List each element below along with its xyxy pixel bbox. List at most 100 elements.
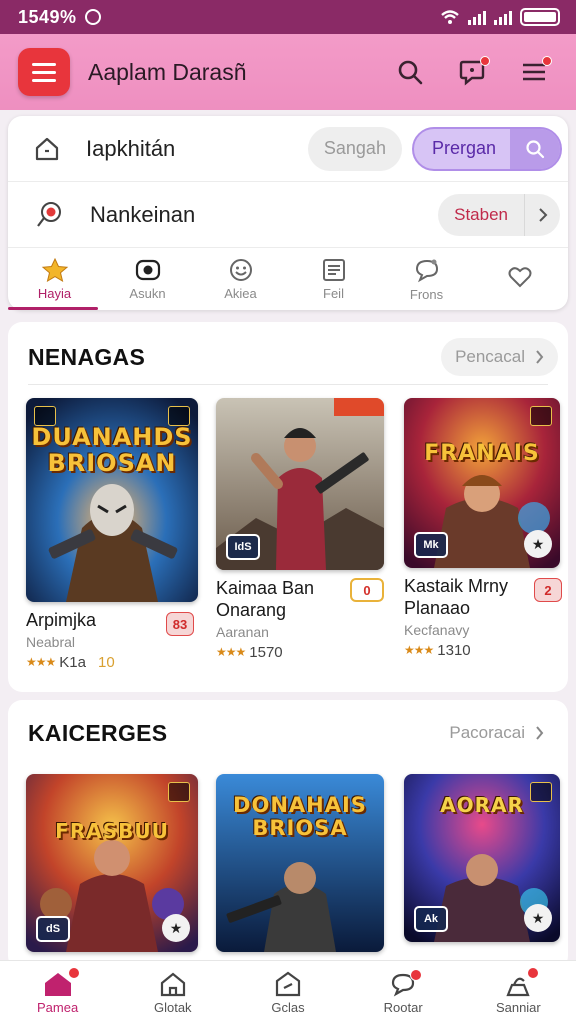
search-icon [398, 60, 423, 85]
station-button[interactable]: Staben [438, 193, 560, 236]
news-icon [322, 258, 345, 281]
rating-value: K1a [59, 653, 86, 671]
smile-icon [229, 258, 252, 281]
game-rating: ★★★ 1570 [216, 644, 390, 661]
nav-glotak[interactable]: Glotak [115, 961, 230, 1024]
status-time: 1549% [18, 6, 77, 27]
notification-dot [409, 969, 422, 981]
see-all-label: Pacoracai [449, 723, 525, 742]
battery-icon [520, 8, 560, 26]
status-time-group: 1549% [18, 7, 101, 28]
tab-feil[interactable]: Feil [287, 248, 380, 310]
game-card[interactable]: DUANAHDS BRIOSAN Arpimjka Neabral ★★★ K1… [26, 398, 200, 671]
game-subtitle: Aaranan [216, 623, 269, 640]
search-icon [510, 128, 560, 169]
more-menu-button[interactable] [510, 48, 558, 96]
game-card[interactable]: FRANAIS Mk ★ Kastaik Mrny Planaao Kecfan… [404, 398, 562, 659]
bookmark-icon[interactable]: ★ [524, 904, 552, 932]
home-row: Iapkhitán Sangah Prergan [8, 116, 568, 182]
chevron-right-icon [524, 193, 560, 236]
nav-label: Rootar [383, 999, 423, 1015]
record-icon [135, 259, 160, 280]
tab-akiea[interactable]: Akiea [194, 248, 287, 310]
tab-label: Hayia [37, 285, 72, 301]
game-card[interactable]: IdS Kaimaa Ban Onarang Aaranan ★★★ 1570 … [216, 398, 390, 661]
tab-asukn[interactable]: Asukn [101, 248, 194, 310]
station-label: Staben [454, 204, 508, 224]
section-title: KAICERGES [28, 720, 168, 746]
search-action-button[interactable]: Prergan [411, 126, 562, 171]
messages-button[interactable] [448, 48, 496, 96]
home-icon [35, 137, 59, 160]
status-bar: 1549% [0, 0, 576, 34]
app-header: Aaplam Darasñ [0, 34, 576, 110]
game-subtitle: Neabral [26, 633, 76, 650]
poster-tag [34, 406, 56, 426]
notification-dot [68, 967, 80, 979]
poster-ribbon [334, 398, 384, 416]
poster-tag [530, 782, 552, 802]
search-input[interactable]: Sangah [307, 126, 402, 171]
see-all-button[interactable]: Pacoracai [435, 714, 558, 752]
poster-badge: Ak [414, 906, 448, 932]
notification-dot [526, 967, 539, 979]
nav-sanniar[interactable]: Sanniar [461, 961, 576, 1024]
poster-tag [168, 406, 190, 426]
location-row-label: Nankeinan [90, 201, 196, 227]
game-poster: IdS [216, 398, 384, 570]
see-all-button[interactable]: Pencacal [441, 338, 558, 376]
game-rating: ★★★ 1310 [404, 642, 562, 659]
search-button[interactable] [386, 48, 434, 96]
divider [28, 384, 548, 385]
game-card[interactable]: DONAHAIS BRIOSA [216, 774, 386, 952]
bookmark-icon[interactable]: ★ [162, 914, 190, 942]
nav-label: Sanniar [495, 999, 541, 1015]
tab-favorites[interactable] [473, 248, 566, 310]
game-subtitle: Kecfanavy [404, 621, 470, 638]
nav-home[interactable]: Pamea [0, 961, 115, 1024]
poster-title: FRASBUU [55, 819, 169, 843]
nav-label: Pamea [36, 999, 79, 1015]
poster-tag [530, 406, 552, 426]
tab-label: Akiea [224, 285, 257, 301]
nav-rootar[interactable]: Rootar [346, 961, 461, 1024]
star-rating-icon: ★★★ [26, 655, 56, 670]
game-rating: ★★★ K1a 10 [26, 654, 200, 671]
game-card[interactable]: AORAR Ak ★ [404, 774, 562, 942]
game-poster: DONAHAIS BRIOSA [216, 774, 384, 952]
star-rating-icon: ★★★ [404, 643, 434, 658]
home-row-label: Iapkhitán [86, 135, 176, 161]
nav-label: Glotak [153, 999, 192, 1015]
poster-tag [168, 782, 190, 802]
heart-icon [508, 267, 531, 288]
game-badge: 2 [534, 578, 562, 602]
star-icon [41, 257, 68, 282]
top-card: Iapkhitán Sangah Prergan Nankeinan Stabe… [8, 116, 568, 310]
notification-dot [542, 56, 552, 66]
chevron-right-icon [536, 350, 544, 364]
see-all-label: Pencacal [455, 347, 525, 366]
bookmark-icon[interactable]: ★ [524, 530, 552, 558]
tab-hayia[interactable]: Hayia [8, 248, 101, 310]
location-row[interactable]: Nankeinan Staben [8, 182, 568, 248]
sync-icon [84, 9, 101, 25]
poster-badge: dS [36, 916, 70, 942]
search-action-label: Prergan [431, 138, 496, 158]
nav-gclas[interactable]: Gclas [230, 961, 345, 1024]
game-badge: 83 [166, 612, 194, 636]
game-poster: DUANAHDS BRIOSAN [26, 398, 198, 602]
poster-badge: IdS [226, 534, 260, 560]
game-poster: AORAR Ak ★ [404, 774, 560, 942]
games-section-1: NENAGAS Pencacal DUANAHDS BRIOSAN Arpimj… [8, 322, 568, 692]
status-icons [440, 8, 560, 26]
game-poster: FRASBUU dS ★ [26, 774, 198, 952]
game-card[interactable]: FRASBUU dS ★ [26, 774, 198, 952]
wifi-icon [441, 10, 459, 24]
hamburger-menu-button[interactable] [18, 48, 70, 96]
signal-icon [468, 9, 486, 25]
app-title: Aaplam Darasñ [88, 58, 247, 85]
nav-label: Gclas [271, 999, 305, 1015]
tag-icon [275, 971, 301, 996]
tab-frons[interactable]: Frons [380, 248, 473, 310]
poster-badge: Mk [414, 532, 448, 558]
